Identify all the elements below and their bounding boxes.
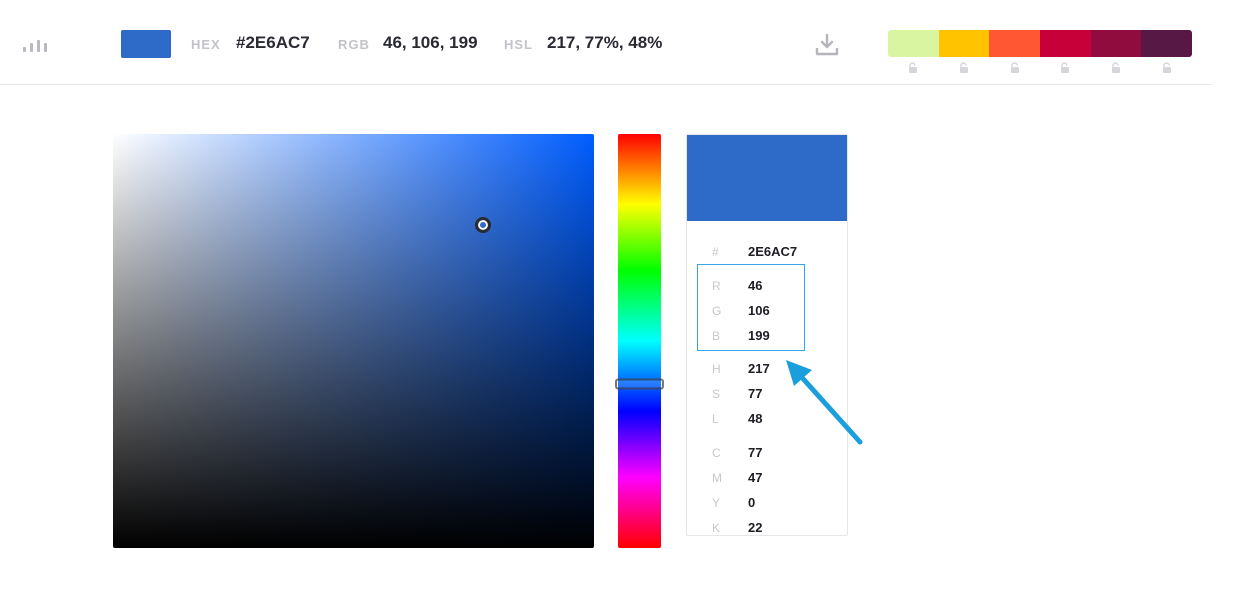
detail-key: R [712, 279, 721, 293]
detail-row: #2E6AC7 [687, 243, 847, 263]
palette-swatch[interactable] [1040, 30, 1091, 57]
detail-value[interactable]: 48 [748, 411, 762, 426]
detail-row: B 199 [687, 327, 847, 347]
lock-icon[interactable] [989, 62, 1040, 76]
hsl-value[interactable]: 217, 77%, 48% [547, 33, 662, 53]
detail-value[interactable]: 2E6AC7 [748, 244, 797, 259]
detail-row: R 46 [687, 277, 847, 297]
detail-value[interactable]: 199 [748, 328, 770, 343]
detail-value[interactable]: 22 [748, 520, 762, 535]
detail-value[interactable]: 77 [748, 386, 762, 401]
color-preview-swatch [687, 135, 847, 221]
palette-swatch[interactable] [1090, 30, 1142, 57]
color-details-panel: #2E6AC7 R 46 G 106 B 199 H 217 S 77 L 48 C 77 M 47 Y 0 K 22 [686, 134, 848, 536]
bars-icon[interactable] [23, 38, 49, 52]
palette-swatch[interactable] [1141, 30, 1192, 57]
hue-slider[interactable] [615, 134, 664, 548]
hsl-label: HSL [504, 37, 533, 52]
detail-row: M 47 [687, 469, 847, 489]
detail-key: Y [712, 496, 721, 510]
detail-key: M [712, 471, 722, 485]
palette-strip [888, 30, 1192, 57]
detail-value[interactable]: 46 [748, 278, 762, 293]
detail-value[interactable]: 217 [748, 361, 770, 376]
lock-icon[interactable] [888, 62, 939, 76]
palette-swatch[interactable] [989, 30, 1041, 57]
current-color-swatch[interactable] [121, 30, 171, 58]
download-icon[interactable] [814, 33, 840, 57]
lock-icon[interactable] [1091, 62, 1142, 76]
detail-key: S [712, 387, 721, 401]
lock-icon[interactable] [1141, 62, 1192, 76]
saturation-brightness-field[interactable] [113, 134, 594, 548]
rgb-value[interactable]: 46, 106, 199 [383, 33, 478, 53]
detail-key: # [712, 245, 719, 259]
rgb-label: RGB [338, 37, 370, 52]
detail-key: B [712, 329, 721, 343]
detail-value[interactable]: 106 [748, 303, 770, 318]
detail-key: C [712, 446, 721, 460]
hex-value[interactable]: #2E6AC7 [236, 33, 310, 53]
color-picker-handle[interactable] [475, 217, 492, 234]
hue-slider-handle[interactable] [615, 378, 664, 390]
top-bar: HEX #2E6AC7 RGB 46, 106, 199 HSL 217, 77… [0, 0, 1212, 85]
detail-key: K [712, 521, 721, 535]
hex-label: HEX [191, 37, 221, 52]
annotation-arrow-icon [786, 360, 863, 445]
detail-key: L [712, 412, 719, 426]
detail-row: K 22 [687, 519, 847, 539]
palette-swatch[interactable] [888, 30, 939, 57]
detail-key: G [712, 304, 722, 318]
detail-row: Y0 [687, 494, 847, 514]
detail-key: H [712, 362, 721, 376]
lock-icon[interactable] [939, 62, 990, 76]
detail-row: G 106 [687, 302, 847, 322]
detail-value[interactable]: 77 [748, 445, 762, 460]
lock-icon[interactable] [1040, 62, 1091, 76]
detail-value[interactable]: 0 [748, 495, 755, 510]
palette-locks [888, 62, 1192, 76]
palette-swatch[interactable] [938, 30, 990, 57]
detail-value[interactable]: 47 [748, 470, 762, 485]
